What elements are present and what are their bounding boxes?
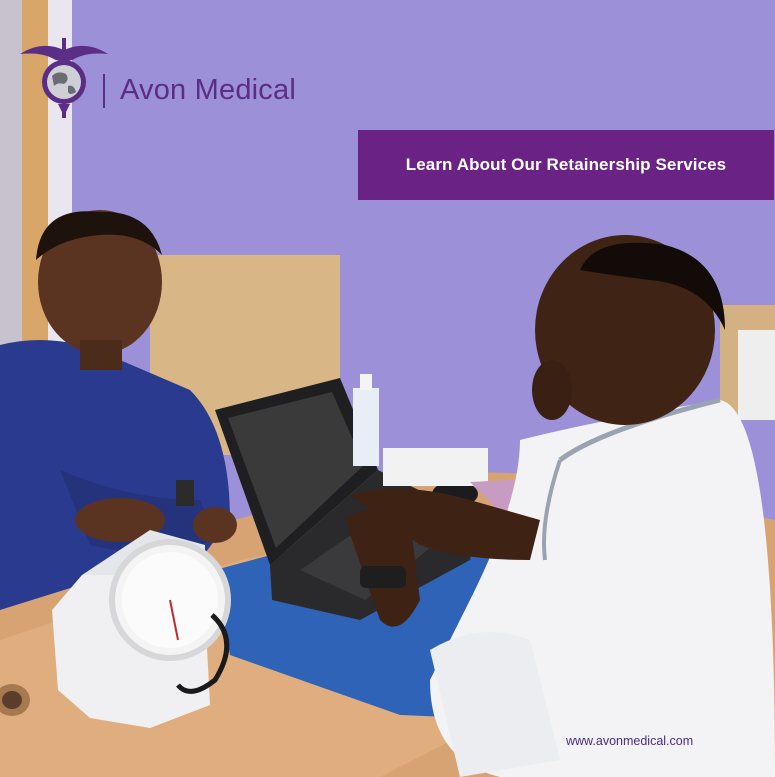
website-url[interactable]: www.avonmedical.com (566, 734, 693, 748)
brand-name: Avon Medical (120, 74, 296, 106)
logo-divider (103, 74, 105, 108)
caduceus-globe-logo-icon (20, 38, 108, 118)
retainership-banner-button[interactable]: Learn About Our Retainership Services (358, 130, 774, 200)
promo-image: Avon Medical Learn About Our Retainershi… (0, 0, 775, 777)
